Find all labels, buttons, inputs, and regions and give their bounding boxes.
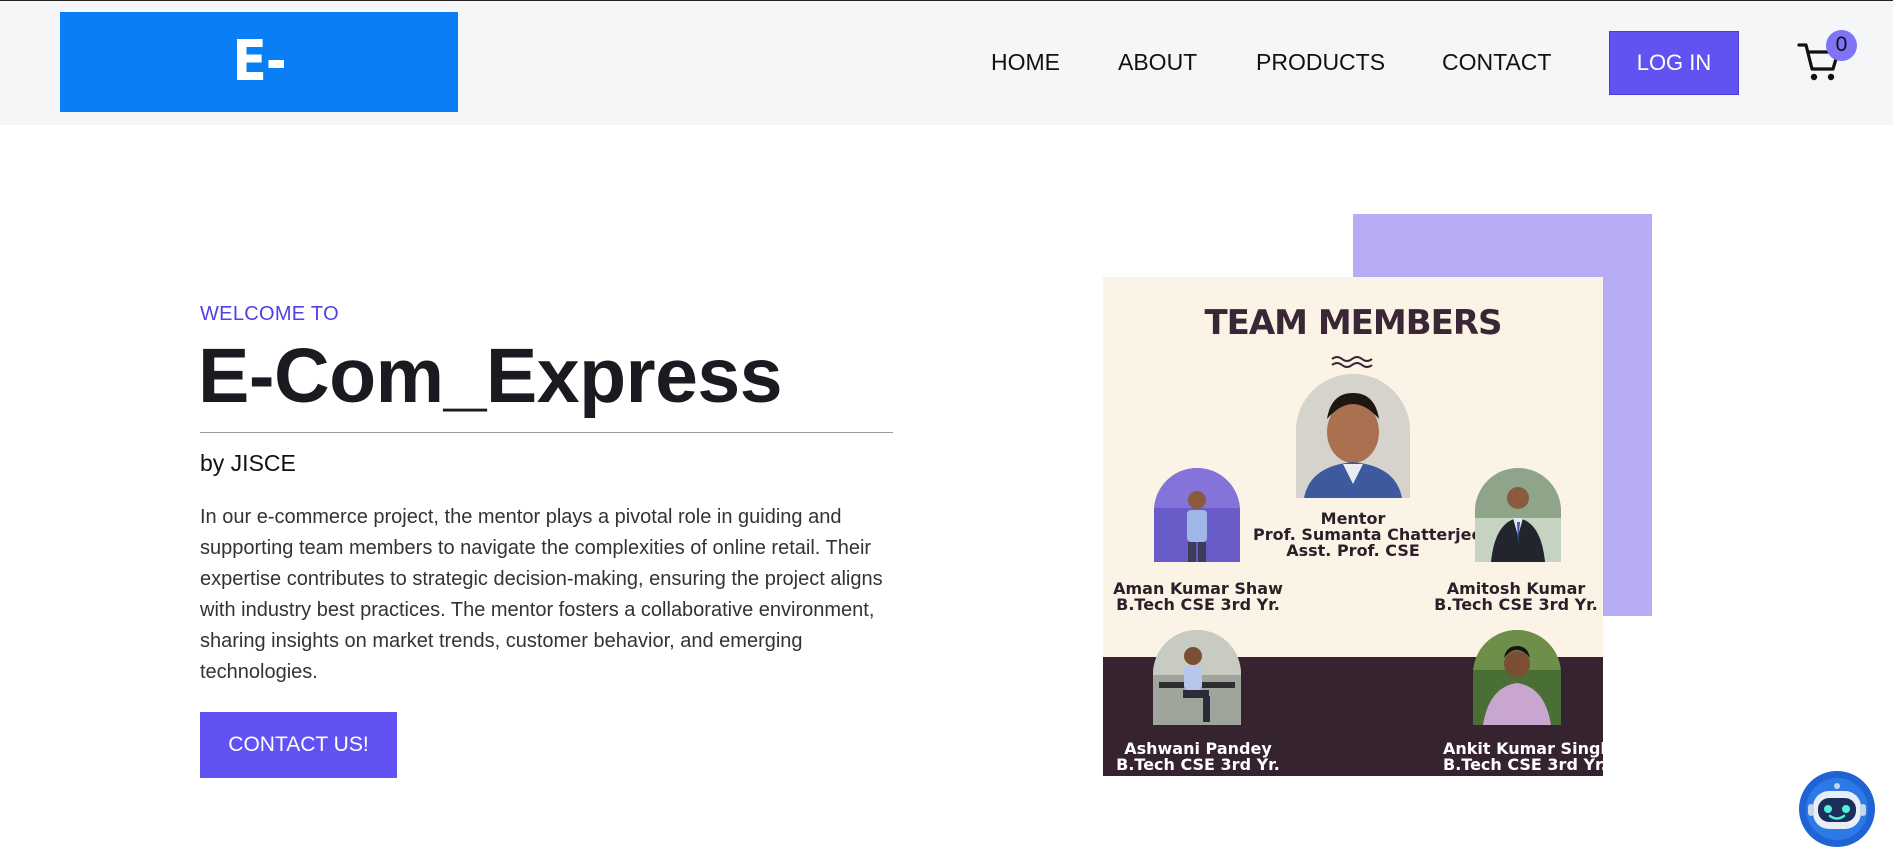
- nav-home[interactable]: HOME: [991, 49, 1060, 76]
- member-detail: B.Tech CSE 3rd Yr.: [1434, 595, 1598, 614]
- nav-contact[interactable]: CONTACT: [1442, 49, 1551, 76]
- squiggle-ornament-icon: [1331, 356, 1373, 368]
- member-detail: B.Tech CSE 3rd Yr.: [1443, 755, 1603, 774]
- member-detail: B.Tech CSE 3rd Yr.: [1116, 595, 1280, 614]
- hero-title: E-Com_Express: [198, 333, 783, 419]
- member-photo-aman: [1154, 468, 1240, 562]
- team-members-image: TEAM MEMBERS Mentor Prof. Sumanta Chatte…: [1103, 277, 1603, 776]
- cart-count-badge: 0: [1826, 30, 1857, 61]
- nav-products[interactable]: PRODUCTS: [1256, 49, 1385, 76]
- mentor-caption: Mentor Prof. Sumanta Chatterjee Asst. Pr…: [1253, 511, 1482, 560]
- member-caption-aman: Aman Kumar Shaw B.Tech CSE 3rd Yr.: [1113, 581, 1283, 613]
- hero-eyebrow: WELCOME TO: [200, 303, 339, 325]
- hero-byline: by JISCE: [200, 450, 296, 476]
- site-logo[interactable]: E-com_Express: [60, 12, 458, 194]
- login-button[interactable]: LOG IN: [1609, 31, 1739, 95]
- member-photo-ankit: [1473, 630, 1561, 725]
- chatbot-robot-icon[interactable]: [1799, 771, 1875, 847]
- member-caption-ashwani: Ashwani Pandey B.Tech CSE 3rd Yr.: [1113, 741, 1283, 773]
- site-header: E-com_Express HOME ABOUT PRODUCTS CONTAC…: [0, 1, 1893, 194]
- mentor-title: Asst. Prof. CSE: [1286, 541, 1420, 560]
- hero-description: In our e-commerce project, the mentor pl…: [200, 506, 883, 683]
- mentor-photo: [1296, 374, 1410, 498]
- team-image-heading: TEAM MEMBERS: [1204, 303, 1502, 343]
- hero-divider: [200, 432, 893, 433]
- contact-us-button[interactable]: CONTACT US!: [200, 712, 397, 778]
- nav-about[interactable]: ABOUT: [1118, 49, 1197, 76]
- member-photo-amitosh: [1475, 468, 1561, 562]
- member-detail: B.Tech CSE 3rd Yr.: [1116, 755, 1280, 774]
- member-photo-ashwani: [1153, 630, 1241, 725]
- member-caption-amitosh: Amitosh Kumar B.Tech CSE 3rd Yr.: [1421, 581, 1603, 613]
- member-caption-ankit: Ankit Kumar Singh B.Tech CSE 3rd Yr.: [1443, 741, 1603, 773]
